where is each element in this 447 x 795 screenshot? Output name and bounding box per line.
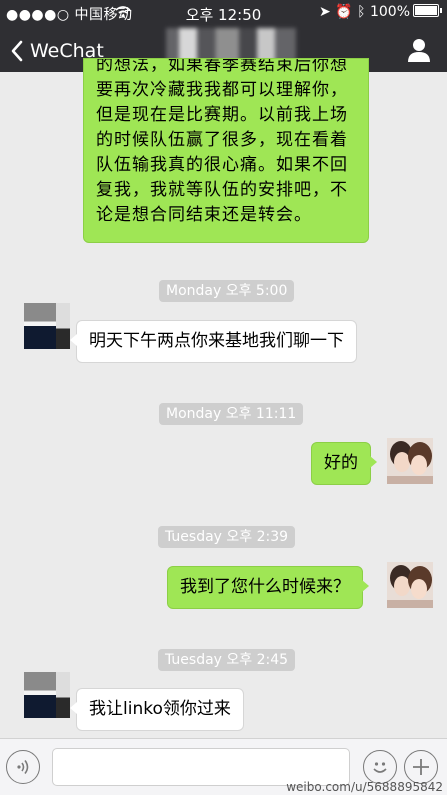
- chevron-left-icon: [11, 40, 23, 62]
- bluetooth-icon: ᛒ: [357, 4, 366, 20]
- plus-icon: [413, 759, 429, 775]
- voice-button[interactable]: [6, 750, 40, 784]
- message-text: 我到了您什么时候来？: [180, 577, 350, 597]
- message-text: 好的: [324, 453, 358, 473]
- timestamp: Monday 오후 11:11: [159, 403, 304, 425]
- more-button[interactable]: [404, 750, 438, 784]
- user-photo: [387, 562, 433, 608]
- voice-icon: [17, 760, 29, 774]
- timestamp: Monday 오후 5:00: [159, 280, 295, 302]
- user-photo: [387, 438, 433, 484]
- avatar[interactable]: [387, 562, 433, 608]
- message-bubble-outgoing: 好的: [311, 442, 377, 485]
- message-bubble-incoming: 明天下午两点你来基地我们聊一下: [70, 320, 357, 363]
- message-text: 的想法，如果春季赛结束后你想要再次冷藏我我都可以理解你，但是现在是比赛期。以前我…: [96, 58, 348, 225]
- timestamp: Tuesday 오후 2:39: [158, 526, 296, 548]
- emoji-icon: [373, 762, 387, 773]
- alarm-icon: ⏰: [335, 4, 353, 20]
- emoji-button[interactable]: [363, 750, 397, 784]
- battery-icon: [413, 4, 442, 17]
- message-bubble-outgoing: 我到了您什么时候来？: [167, 566, 369, 609]
- weibo-watermark: weibo.com/u/5688895842: [286, 780, 443, 794]
- message-text: 明天下午两点你来基地我们聊一下: [89, 331, 344, 351]
- message-bubble-incoming: 我让linko领你过来: [70, 688, 244, 731]
- avatar[interactable]: [24, 303, 70, 349]
- location-icon: ➤: [319, 4, 331, 20]
- avatar[interactable]: [24, 672, 70, 718]
- message-text: 我让linko领你过来: [89, 699, 231, 719]
- timestamp: Tuesday 오후 2:45: [158, 649, 296, 671]
- avatar[interactable]: [387, 438, 433, 484]
- battery-label: 100%: [369, 4, 410, 20]
- status-right-group: ➤ ⏰ ᛒ 100%: [319, 4, 442, 20]
- message-bubble-outgoing: 的想法，如果春季赛结束后你想要再次冷藏我我都可以理解你，但是现在是比赛期。以前我…: [83, 58, 369, 243]
- chat-title-redacted: [166, 28, 296, 62]
- person-icon: [408, 39, 430, 62]
- profile-button[interactable]: [407, 38, 431, 66]
